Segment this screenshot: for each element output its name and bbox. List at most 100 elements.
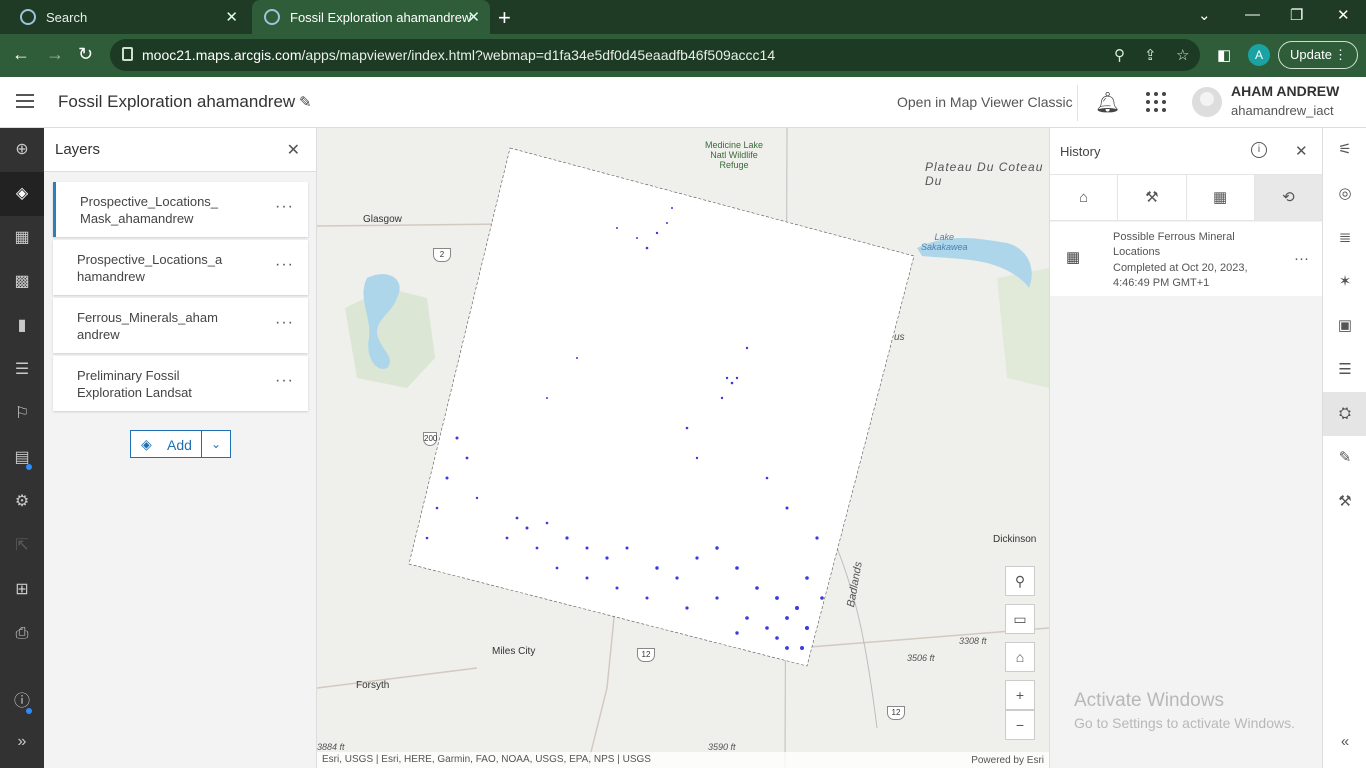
share-icon[interactable]: ⇪ bbox=[1144, 46, 1157, 64]
layers-icon[interactable]: ◈ bbox=[0, 172, 44, 216]
tools-icon[interactable]: ⚒ bbox=[1323, 480, 1366, 524]
layer-item[interactable]: Preliminary Fossil Exploration Landsat ·… bbox=[53, 356, 308, 411]
expand-icon[interactable]: » bbox=[0, 720, 44, 764]
bookmarks-icon[interactable]: ⚐ bbox=[0, 392, 44, 436]
map-label-plateau: Plateau Du Coteau Du bbox=[925, 160, 1044, 188]
history-panel-title: History bbox=[1060, 144, 1101, 159]
charts-icon[interactable]: ▮ bbox=[0, 304, 44, 348]
apps-grid-icon[interactable]: ⊞ bbox=[0, 568, 44, 612]
raster-function-icon[interactable]: ▦ bbox=[1187, 175, 1255, 220]
history-item-status: Completed at Oct 20, 2023, 4:46:49 PM GM… bbox=[1113, 262, 1248, 289]
user-avatar[interactable] bbox=[1192, 87, 1222, 117]
highway-shield: 2 bbox=[433, 248, 451, 262]
user-login[interactable]: ahamandrew_iact bbox=[1231, 103, 1334, 118]
highway-shield: 200 bbox=[423, 432, 437, 446]
bookmark-star-icon[interactable]: ☆ bbox=[1176, 46, 1189, 64]
more-options-icon[interactable]: ··· bbox=[275, 314, 294, 332]
app-launcher-icon[interactable] bbox=[1146, 92, 1166, 112]
url-input[interactable]: mooc21.maps.arcgis.com/apps/mapviewer/in… bbox=[110, 39, 1200, 71]
zoom-out-button[interactable]: − bbox=[1005, 710, 1035, 740]
close-icon[interactable]: ✕ bbox=[1295, 142, 1308, 160]
layer-item[interactable]: Prospective_Locations_a hamandrew ··· bbox=[53, 240, 308, 295]
add-layer-icon[interactable]: ⊕ bbox=[0, 128, 44, 172]
layers-panel-title: Layers bbox=[55, 141, 101, 158]
print-icon[interactable]: ⎙ bbox=[0, 612, 44, 656]
url-text: mooc21.maps.arcgis.com/apps/mapviewer/in… bbox=[142, 47, 776, 63]
analysis-icon[interactable]: ⛭ bbox=[1323, 392, 1366, 436]
forward-button[interactable]: → bbox=[46, 44, 64, 65]
share-map-icon[interactable]: ⇱ bbox=[0, 524, 44, 568]
screen-icon[interactable]: ▭ bbox=[1005, 604, 1035, 634]
history-item[interactable]: ▦ Possible Ferrous Mineral Locations Com… bbox=[1050, 222, 1323, 296]
history-panel-header: History i ✕ bbox=[1050, 128, 1322, 174]
sketch-icon[interactable]: ✎ bbox=[1323, 436, 1366, 480]
popup-icon[interactable]: ▣ bbox=[1323, 304, 1366, 348]
legend-icon[interactable]: ☰ bbox=[0, 348, 44, 392]
map-label-miles-city: Miles City bbox=[492, 646, 536, 657]
user-name[interactable]: AHAM ANDREW bbox=[1231, 83, 1339, 99]
close-tab-icon[interactable]: ✕ bbox=[467, 8, 480, 26]
map-label-elevation: 3308 ft bbox=[959, 636, 987, 646]
map-label-elevation: 3590 ft bbox=[708, 742, 736, 752]
hammer-icon[interactable]: ⚒ bbox=[1118, 175, 1187, 220]
more-options-icon[interactable]: ··· bbox=[275, 198, 294, 216]
layers-panel-header: Layers ✕ bbox=[44, 128, 316, 172]
add-dropdown-button[interactable]: ⌄ bbox=[201, 430, 231, 458]
tab-fossil-exploration[interactable]: Fossil Exploration ahamandrew ✕ bbox=[252, 0, 490, 34]
info-icon[interactable]: ⓘ bbox=[0, 680, 44, 724]
basemap-icon[interactable]: ▩ bbox=[0, 260, 44, 304]
more-options-icon[interactable]: ··· bbox=[1294, 250, 1309, 267]
map-label-lake: Lake Sakakawea bbox=[921, 232, 968, 252]
tab-search-dropdown-icon[interactable]: ⌄ bbox=[1198, 6, 1211, 24]
map-attribution: Esri, USGS | Esri, HERE, Garmin, FAO, NO… bbox=[317, 752, 1049, 768]
home-icon[interactable]: ⌂ bbox=[1005, 642, 1035, 672]
notifications-bell-icon[interactable]: 🔔︎ bbox=[1095, 90, 1120, 115]
edit-title-pencil-icon[interactable]: ✎ bbox=[299, 93, 312, 111]
collapse-icon[interactable]: « bbox=[1323, 720, 1366, 764]
layer-item[interactable]: Prospective_Locations_ Mask_ahamandrew ·… bbox=[53, 182, 308, 237]
close-window-button[interactable]: ✕ bbox=[1337, 6, 1350, 24]
tab-title: Fossil Exploration ahamandrew bbox=[290, 9, 472, 25]
tables-icon[interactable]: ▦ bbox=[0, 216, 44, 260]
powered-by-esri[interactable]: Powered by Esri bbox=[971, 755, 1044, 766]
info-icon[interactable]: i bbox=[1251, 142, 1267, 158]
styles-icon[interactable]: ◎ bbox=[1323, 172, 1366, 216]
raster-function-icon[interactable]: ≣ bbox=[1323, 216, 1366, 260]
open-classic-link[interactable]: Open in Map Viewer Classic bbox=[897, 94, 1073, 110]
labels-icon[interactable]: ☰ bbox=[1323, 348, 1366, 392]
close-tab-icon[interactable]: ✕ bbox=[225, 8, 238, 26]
restore-button[interactable]: ❐ bbox=[1290, 6, 1303, 24]
close-icon[interactable]: ✕ bbox=[287, 140, 300, 160]
history-tabs: ⌂ ⚒ ▦ ⟲ bbox=[1050, 174, 1323, 221]
map-view[interactable]: Medicine Lake Natl Wildlife Refuge Plate… bbox=[317, 128, 1049, 768]
address-bar: ← → ↻ mooc21.maps.arcgis.com/apps/mapvie… bbox=[0, 34, 1366, 77]
tab-search[interactable]: Search ✕ bbox=[8, 0, 248, 34]
more-options-icon[interactable]: ··· bbox=[275, 372, 294, 390]
profile-avatar[interactable]: A bbox=[1248, 44, 1270, 66]
home-icon[interactable]: ⌂ bbox=[1050, 175, 1119, 220]
tab-title: Search bbox=[46, 9, 88, 25]
layer-name: Prospective_Locations_a hamandrew bbox=[77, 252, 223, 284]
globe-icon bbox=[264, 9, 280, 25]
reload-button[interactable]: ↻ bbox=[78, 44, 93, 65]
side-panel-icon[interactable]: ◧ bbox=[1217, 46, 1231, 64]
map-properties-icon[interactable]: ▤ bbox=[0, 436, 44, 480]
update-button[interactable]: Update ⋮ bbox=[1278, 41, 1358, 69]
map-label-elevation: 3506 ft bbox=[907, 653, 935, 663]
layer-name: Prospective_Locations_ Mask_ahamandrew bbox=[80, 194, 219, 226]
activate-windows-subtitle: Go to Settings to activate Windows. bbox=[1074, 715, 1295, 731]
effects-icon[interactable]: ✶ bbox=[1323, 260, 1366, 304]
history-icon[interactable]: ⟲ bbox=[1254, 175, 1323, 220]
back-button[interactable]: ← bbox=[12, 44, 30, 65]
minimize-button[interactable]: — bbox=[1245, 6, 1260, 23]
search-icon[interactable]: ⚲ bbox=[1005, 566, 1035, 596]
menu-icon[interactable] bbox=[16, 94, 34, 108]
layers-panel: Layers ✕ Prospective_Locations_ Mask_aha… bbox=[44, 128, 317, 768]
zoom-icon[interactable]: ⚲ bbox=[1114, 46, 1125, 64]
more-options-icon[interactable]: ··· bbox=[275, 256, 294, 274]
settings-gear-icon[interactable]: ⚙ bbox=[0, 480, 44, 524]
layer-item[interactable]: Ferrous_Minerals_aham andrew ··· bbox=[53, 298, 308, 353]
zoom-in-button[interactable]: + bbox=[1005, 680, 1035, 710]
new-tab-button[interactable]: + bbox=[498, 5, 511, 31]
properties-icon[interactable]: ⚟ bbox=[1323, 128, 1366, 172]
